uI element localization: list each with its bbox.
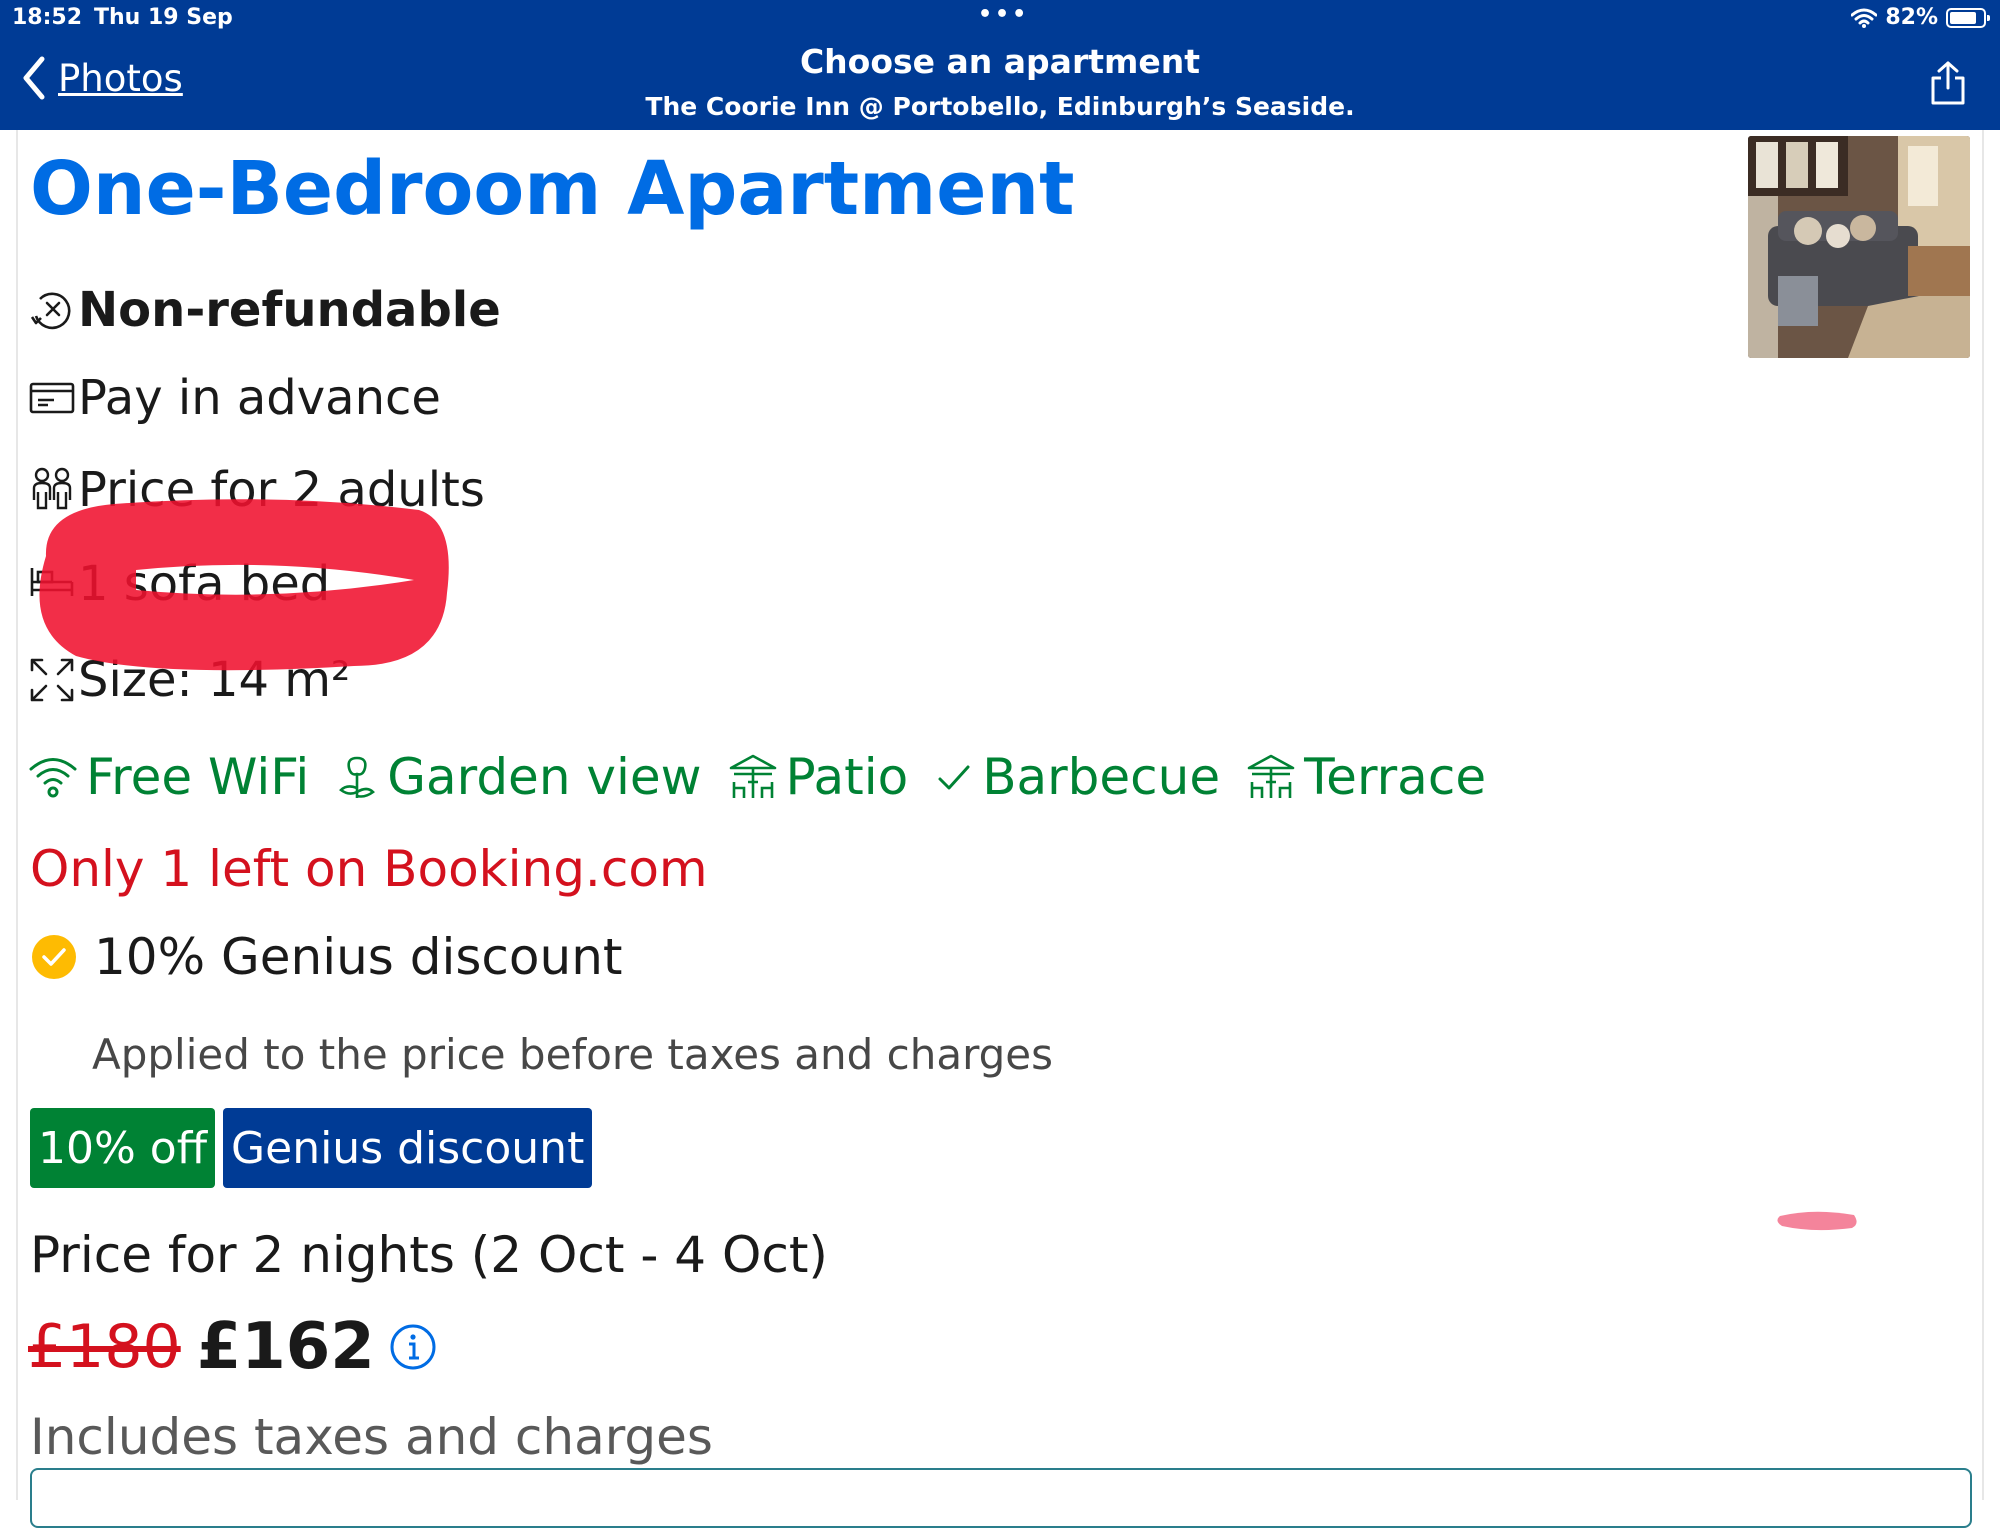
share-icon bbox=[1931, 61, 1965, 105]
payment-terms: Pay in advance bbox=[78, 370, 441, 426]
facility-terrace: Terrace bbox=[1246, 748, 1486, 806]
room-photo-image bbox=[1748, 136, 1970, 358]
facility-label: Patio bbox=[785, 748, 909, 806]
facility-label: Garden view bbox=[387, 748, 702, 806]
bed-info: 1 sofa bed bbox=[78, 556, 331, 612]
page-title: Choose an apartment bbox=[799, 42, 1201, 81]
taxes-note: Includes taxes and charges bbox=[30, 1408, 713, 1466]
battery-icon bbox=[1946, 7, 1990, 28]
genius-discount-title: 10% Genius discount bbox=[94, 928, 623, 986]
availability-warning: Only 1 left on Booking.com bbox=[30, 840, 708, 898]
cancellation-policy: Non-refundable bbox=[78, 282, 501, 338]
percent-off-badge: 10% off bbox=[30, 1108, 216, 1188]
battery-fill bbox=[1950, 11, 1977, 24]
payment-row: Pay in advance bbox=[28, 370, 441, 426]
payment-card-icon bbox=[28, 373, 78, 423]
status-time: 18:52 bbox=[12, 5, 83, 30]
facility-label: Terrace bbox=[1304, 748, 1487, 806]
occupancy-info: Price for 2 adults bbox=[78, 462, 485, 518]
size-row: Size: 14 m² bbox=[28, 652, 350, 708]
status-bar: 18:52 Thu 19 Sep ••• 82% bbox=[0, 0, 2000, 38]
battery-percent: 82% bbox=[1885, 5, 1938, 30]
facility-label: Barbecue bbox=[982, 748, 1221, 806]
price-row: £180 £162 bbox=[28, 1310, 437, 1384]
genius-badge: Genius discount bbox=[223, 1108, 593, 1188]
wifi-icon bbox=[28, 754, 78, 800]
room-size: Size: 14 m² bbox=[78, 652, 351, 708]
facility-garden-view: Garden view bbox=[335, 748, 702, 806]
price-info-button[interactable] bbox=[389, 1323, 437, 1371]
share-button[interactable] bbox=[1930, 60, 1966, 111]
wifi-status-icon bbox=[1851, 8, 1878, 28]
expand-arrows-icon bbox=[28, 655, 78, 705]
page-subtitle: The Coorie Inn @ Portobello, Edinburgh’s… bbox=[645, 92, 1355, 121]
facilities-list: Free WiFi Garden view Patio Barbecue Ter… bbox=[28, 748, 1512, 806]
info-icon bbox=[390, 1324, 436, 1370]
multitasking-dots-icon[interactable]: ••• bbox=[978, 2, 1029, 27]
price-stay-label: Price for 2 nights (2 Oct - 4 Oct) bbox=[30, 1226, 828, 1284]
genius-check-icon bbox=[32, 935, 76, 979]
facility-free-wifi: Free WiFi bbox=[28, 748, 309, 806]
room-title[interactable]: One-Bedroom Apartment bbox=[30, 146, 1075, 232]
discounted-price: £162 bbox=[196, 1310, 375, 1384]
discount-badges: 10% off Genius discount bbox=[30, 1108, 593, 1188]
genius-discount-row: 10% Genius discount bbox=[30, 928, 623, 986]
non-refundable-icon bbox=[28, 285, 78, 335]
status-indicators: 82% bbox=[1851, 5, 1990, 30]
room-quantity-select[interactable] bbox=[30, 1468, 1972, 1528]
cancellation-policy-row: Non-refundable bbox=[28, 282, 501, 338]
occupancy-row: Price for 2 adults bbox=[28, 462, 485, 518]
genius-discount-note: Applied to the price before taxes and ch… bbox=[92, 1030, 1053, 1079]
check-icon bbox=[934, 757, 974, 797]
facility-label: Free WiFi bbox=[86, 748, 310, 806]
bed-icon bbox=[28, 559, 78, 609]
bed-row: 1 sofa bed bbox=[28, 556, 330, 612]
room-photo-thumbnail[interactable] bbox=[1748, 136, 1970, 358]
status-date: Thu 19 Sep bbox=[94, 5, 233, 30]
facility-barbecue: Barbecue bbox=[934, 748, 1220, 806]
patio-icon bbox=[728, 752, 778, 802]
original-price: £180 bbox=[28, 1312, 181, 1382]
terrace-icon bbox=[1246, 752, 1296, 802]
facility-patio: Patio bbox=[728, 748, 909, 806]
navigation-bar: Photos Choose an apartment The Coorie In… bbox=[0, 38, 2000, 130]
garden-icon bbox=[335, 752, 379, 802]
two-adults-icon bbox=[28, 465, 78, 515]
